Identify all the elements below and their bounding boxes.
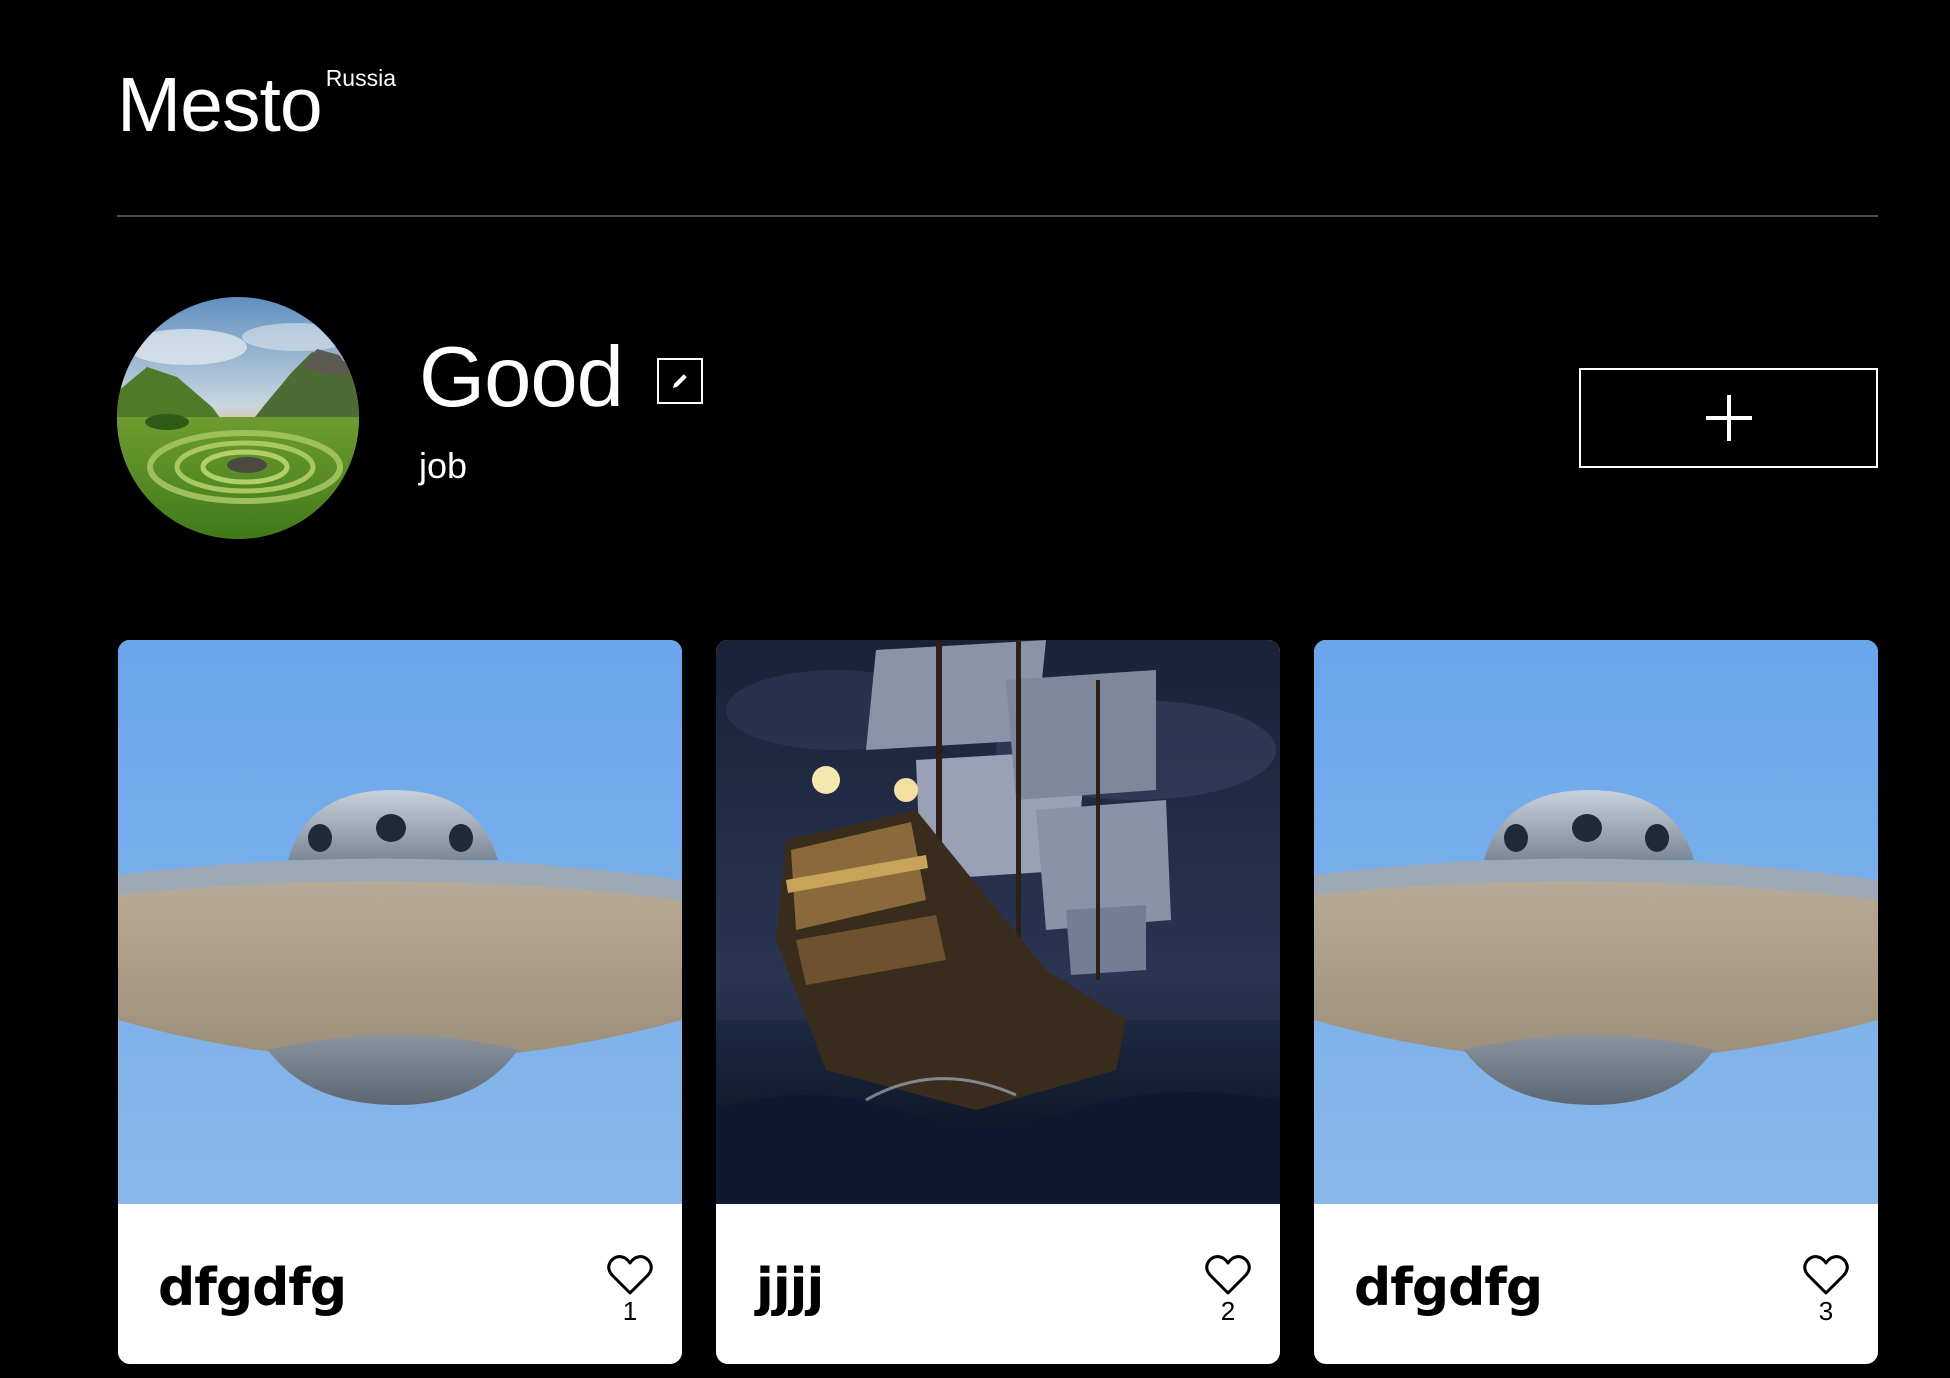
card-title: dfgdfg [1354,1258,1543,1318]
name-row: Good [419,335,703,420]
profile: Good job [117,297,1878,539]
card: dfgdfg 3 [1314,640,1878,1364]
card-image[interactable] [716,640,1280,1204]
like-container: 2 [1203,1254,1253,1324]
card-footer: jjjj 2 [716,1204,1280,1364]
like-button[interactable] [1803,1254,1849,1296]
card-title: jjjj [756,1258,824,1318]
profile-name: Good [419,330,624,425]
card: dfgdfg 1 [118,640,682,1364]
like-count: 1 [622,1296,638,1326]
profile-info: Good job [419,335,703,484]
like-count: 2 [1220,1296,1236,1326]
like-count: 3 [1818,1296,1834,1326]
avatar[interactable] [117,297,359,539]
card: jjjj 2 [716,640,1280,1364]
logo-superscript: Russia [325,65,396,91]
heart-icon [1205,1255,1251,1295]
profile-job: job [419,445,468,486]
logo-text: Mesto [117,62,323,148]
card-image[interactable] [118,640,682,1204]
heart-icon [1803,1255,1849,1295]
card-title: dfgdfg [158,1258,347,1318]
flying-saucer-image [118,640,682,1204]
like-container: 1 [605,1254,655,1324]
card-footer: dfgdfg 3 [1314,1204,1878,1364]
page: Mesto Russia Good job dfgdfg 1 jjjj 2 df… [0,0,1950,1378]
add-card-button[interactable] [1579,368,1878,468]
like-button[interactable] [607,1254,653,1296]
avatar-image [117,297,359,539]
flying-saucer-image [1314,640,1878,1204]
sailing-ship-image [716,640,1280,1204]
plus-icon [1705,395,1752,441]
edit-profile-button[interactable] [656,357,703,404]
cards-grid: dfgdfg 1 jjjj 2 dfgdfg 3 [118,640,1878,1364]
header: Mesto Russia [117,55,1878,217]
like-container: 3 [1801,1254,1851,1324]
card-image[interactable] [1314,640,1878,1204]
like-button[interactable] [1205,1254,1251,1296]
logo[interactable]: Mesto Russia [117,67,396,144]
card-footer: dfgdfg 1 [118,1204,682,1364]
heart-icon [607,1255,653,1295]
pencil-icon [672,373,687,388]
